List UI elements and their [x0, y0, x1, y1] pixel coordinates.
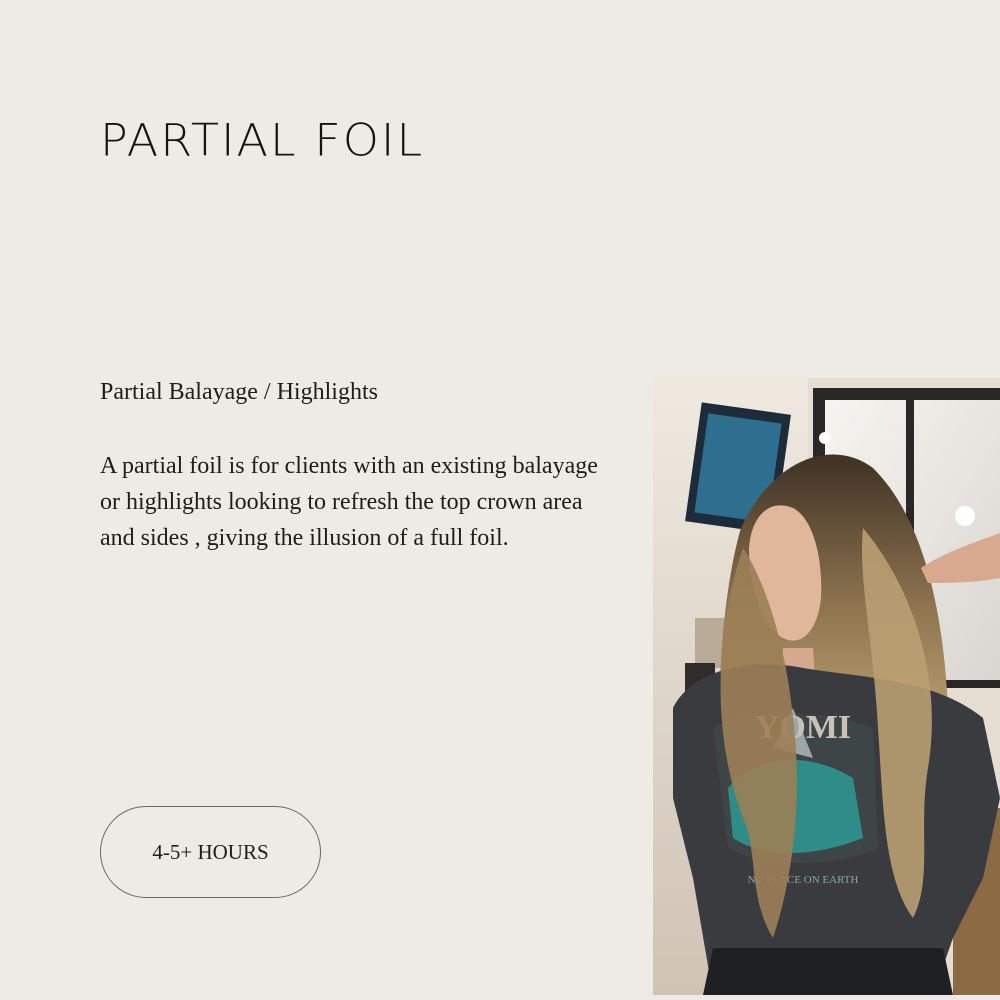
- duration-button[interactable]: 4-5+ HOURS: [100, 806, 321, 898]
- hair-photo: YOMI NO PLACE ON EARTH: [653, 378, 1000, 995]
- service-subtitle: Partial Balayage / Highlights: [100, 379, 378, 405]
- service-description: A partial foil is for clients with an ex…: [100, 453, 598, 551]
- page-title: PARTIAL FOIL: [100, 114, 425, 166]
